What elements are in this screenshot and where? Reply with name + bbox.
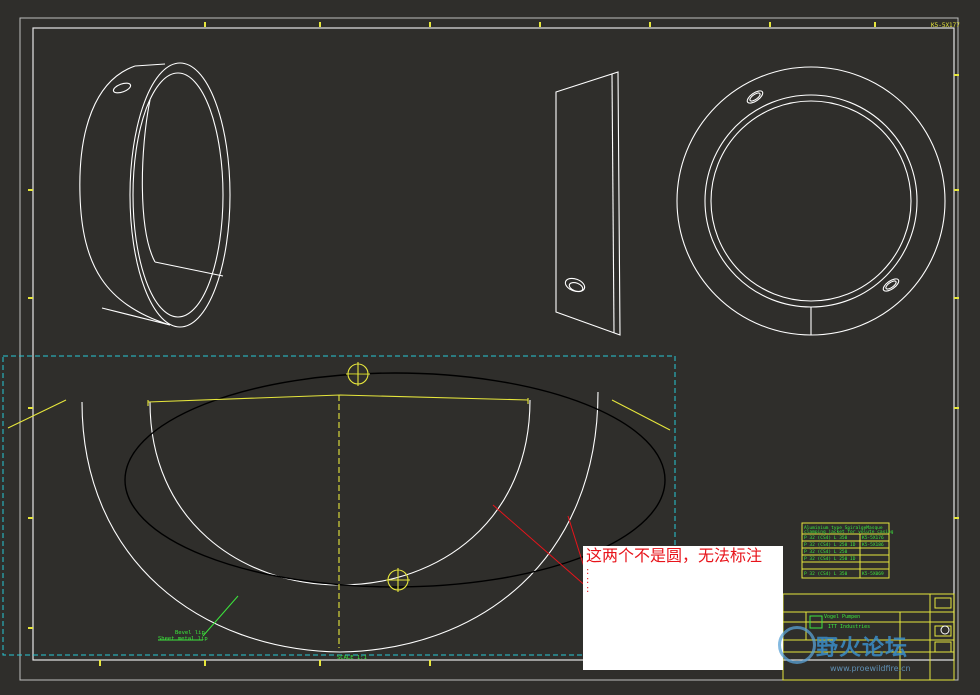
front-ring-view[interactable]	[676, 66, 946, 336]
section-view[interactable]	[81, 391, 599, 653]
parts-table-title-2: clamping jacket for volute casing	[804, 529, 894, 535]
parts-row-code: K5-5X069	[862, 571, 884, 577]
section-yellow-lines	[7, 362, 671, 648]
title-block-company: ITT Industries	[828, 624, 870, 630]
note-markers: :::	[586, 566, 590, 595]
annotation-arrows	[492, 504, 591, 589]
cad-drawing-canvas[interactable]: K5-5X177 Bevel lip Sheet metal lip SCALE…	[0, 0, 980, 691]
parts-row-code: K5-5X186	[862, 542, 884, 548]
side-view[interactable]	[555, 71, 621, 336]
parts-row-desc: P 32 (CS4) L 250 ID	[804, 542, 856, 548]
sheet-id-label: K5-5X177	[931, 22, 960, 29]
parts-row-desc: P 32 (CS4) L 250	[804, 549, 848, 555]
parts-row-code: K5-5X176	[862, 535, 884, 541]
annotation-note[interactable]: 这两个不是圆，无法标注 :::	[583, 546, 783, 670]
leader-label-2: Sheet metal lip	[158, 636, 208, 642]
title-block-product: Vogel Pumpen	[824, 614, 860, 620]
parts-row-desc: P 32 (CS4) L 350	[804, 571, 848, 577]
view-symbol	[940, 625, 950, 635]
annotation-text: 这两个不是圆，无法标注	[586, 546, 763, 565]
parts-row-desc: P 32 (CS4) L 250 ID	[804, 556, 856, 562]
drawing-svg[interactable]: K5-5X177 Bevel lip Sheet metal lip SCALE…	[0, 0, 980, 691]
parts-row-desc: P 32 (CS4) L 350	[804, 535, 848, 541]
isometric-ring-view[interactable]	[79, 62, 231, 328]
parts-table: Aluminium type SpiralgeMasque clamping j…	[801, 522, 894, 579]
drawing-frame	[32, 27, 955, 661]
title-block	[782, 593, 955, 681]
scale-label: SCALE 1:1	[337, 655, 367, 661]
